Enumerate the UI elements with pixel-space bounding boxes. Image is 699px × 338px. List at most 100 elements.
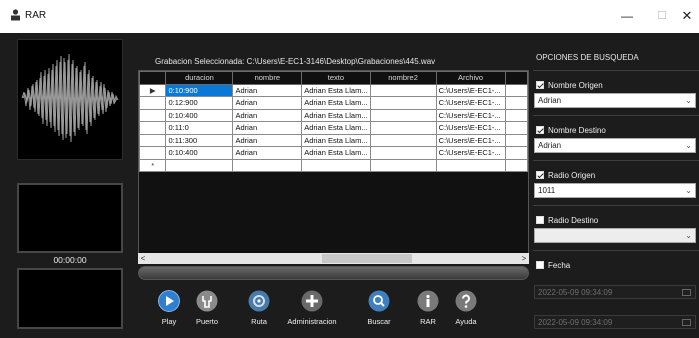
row-header[interactable] (139, 121, 167, 135)
cell-nombre2[interactable] (369, 121, 437, 135)
buscar-button[interactable]: Buscar (354, 290, 404, 326)
radio-destino-section: Radio Destino ⌄ (533, 205, 699, 249)
column-header-nombre[interactable]: nombre (232, 71, 303, 85)
cell-texto[interactable]: Adrian Esta Llam... (301, 146, 371, 160)
ayuda-button[interactable]: Ayuda (441, 290, 491, 326)
recordings-grid[interactable]: duracion nombre texto nombre2 Archivo ▶ … (138, 70, 529, 255)
column-header-texto[interactable]: texto (301, 71, 371, 85)
scroll-left-arrow-icon[interactable]: < (138, 253, 148, 264)
cell-nombre[interactable]: Adrian (232, 121, 303, 135)
nombre-destino-checkbox[interactable]: Nombre Destino (536, 126, 606, 135)
column-header-nombre2[interactable]: nombre2 (369, 71, 437, 85)
puerto-button[interactable]: Puerto (182, 290, 232, 326)
checkbox-unchecked-icon[interactable] (536, 261, 544, 269)
table-row[interactable]: 0:12:900 Adrian Adrian Esta Llam... C:\U… (139, 96, 528, 110)
radio-origen-checkbox[interactable]: Radio Origen (536, 171, 595, 180)
cell-duracion[interactable]: 0:10:900 (165, 83, 234, 97)
administracion-button[interactable]: Administracion (287, 290, 337, 326)
chevron-down-icon[interactable]: ⌄ (685, 139, 692, 153)
cell-nombre[interactable]: Adrian (232, 133, 303, 147)
column-header-duracion[interactable]: duracion (165, 71, 234, 85)
selected-recording-path: Grabacion Seleccionada: C:\Users\E-EC1-3… (155, 57, 436, 66)
cell-archivo[interactable]: C:\Users\E-EC1-... (435, 96, 506, 110)
cell-duracion[interactable]: 0:11:300 (165, 133, 234, 147)
horizontal-scrollbar[interactable]: < > (138, 253, 529, 264)
column-header-archivo[interactable]: Archivo (435, 71, 506, 85)
table-row[interactable]: 0:10:400 Adrian Adrian Esta Llam... C:\U… (139, 108, 528, 122)
maximize-button[interactable]: ☐ (650, 6, 674, 26)
new-row-indicator[interactable]: * (139, 158, 167, 172)
cell-duracion[interactable]: 0:10:400 (165, 108, 234, 122)
search-icon (368, 290, 390, 312)
radio-origen-select[interactable]: 1011 ⌄ (534, 183, 696, 198)
radio-destino-checkbox[interactable]: Radio Destino (536, 216, 598, 225)
nombre-origen-select[interactable]: Adrian ⌄ (534, 93, 696, 108)
row-header[interactable] (139, 108, 167, 122)
cell-archivo[interactable]: C:\Users\E-EC1-... (435, 83, 506, 97)
checkbox-unchecked-icon[interactable] (536, 216, 544, 224)
close-button[interactable]: ✕ (675, 6, 699, 26)
cell-filler (504, 83, 528, 97)
chevron-down-icon[interactable]: ⌄ (685, 184, 692, 198)
cell-duracion[interactable]: 0:10:400 (165, 146, 234, 160)
checkbox-checked-icon[interactable] (536, 171, 544, 179)
nombre-destino-select[interactable]: Adrian ⌄ (534, 138, 696, 153)
cell-nombre[interactable]: Adrian (232, 108, 303, 122)
table-row[interactable]: 0:10:400 Adrian Adrian Esta Llam... C:\U… (139, 146, 528, 160)
cell-nombre2[interactable] (369, 146, 437, 160)
nombre-origen-checkbox[interactable]: Nombre Origen (536, 81, 603, 90)
minimize-button[interactable]: — (615, 6, 639, 26)
calendar-icon[interactable] (682, 319, 691, 326)
cell-nombre2[interactable] (369, 96, 437, 110)
checkbox-checked-icon[interactable] (536, 81, 544, 89)
cell-nombre2[interactable] (369, 83, 437, 97)
cell-duracion[interactable]: 0:12:900 (165, 96, 234, 110)
ruta-button[interactable]: Ruta (234, 290, 284, 326)
plus-icon (301, 290, 323, 312)
table-row[interactable]: ▶ 0:10:900 Adrian Adrian Esta Llam... C:… (139, 83, 528, 97)
playback-progress-bar[interactable] (138, 266, 529, 280)
scroll-right-arrow-icon[interactable]: > (519, 253, 529, 264)
current-row-indicator[interactable]: ▶ (139, 83, 167, 97)
chevron-down-icon[interactable]: ⌄ (685, 94, 692, 108)
fecha-desde-picker[interactable]: 2022-05-09 09:34:09 (534, 285, 696, 299)
cell-empty[interactable] (301, 158, 371, 172)
radio-destino-select[interactable]: ⌄ (534, 228, 696, 243)
cell-nombre[interactable]: Adrian (232, 83, 303, 97)
cell-duracion[interactable]: 0:11:0 (165, 121, 234, 135)
cell-archivo[interactable]: C:\Users\E-EC1-... (435, 133, 506, 147)
calendar-icon[interactable] (682, 289, 691, 296)
cell-texto[interactable]: Adrian Esta Llam... (301, 133, 371, 147)
row-header[interactable] (139, 96, 167, 110)
fecha-hasta-picker[interactable]: 2022-05-09 09:34:09 (534, 315, 696, 329)
play-icon (158, 290, 180, 312)
cell-filler (504, 121, 528, 135)
cell-empty[interactable] (435, 158, 506, 172)
cell-empty[interactable] (165, 158, 234, 172)
new-row[interactable]: * (139, 158, 528, 172)
row-header[interactable] (139, 146, 167, 160)
table-row[interactable]: 0:11:0 Adrian Adrian Esta Llam... C:\Use… (139, 121, 528, 135)
fecha-checkbox[interactable]: Fecha (536, 261, 570, 270)
row-header[interactable] (139, 133, 167, 147)
cell-empty[interactable] (369, 158, 437, 172)
cell-texto[interactable]: Adrian Esta Llam... (301, 83, 371, 97)
scrollbar-thumb[interactable] (322, 254, 412, 263)
waveform-icon (21, 53, 119, 143)
table-row[interactable]: 0:11:300 Adrian Adrian Esta Llam... C:\U… (139, 133, 528, 147)
checkbox-checked-icon[interactable] (536, 126, 544, 134)
cell-nombre2[interactable] (369, 133, 437, 147)
cell-empty[interactable] (232, 158, 303, 172)
cell-archivo[interactable]: C:\Users\E-EC1-... (435, 146, 506, 160)
cell-texto[interactable]: Adrian Esta Llam... (301, 96, 371, 110)
cell-archivo[interactable]: C:\Users\E-EC1-... (435, 121, 506, 135)
cell-nombre[interactable]: Adrian (232, 146, 303, 160)
cell-nombre[interactable]: Adrian (232, 96, 303, 110)
chevron-down-icon[interactable]: ⌄ (685, 229, 692, 243)
cell-archivo[interactable]: C:\Users\E-EC1-... (435, 108, 506, 122)
nombre-origen-section: Nombre Origen Adrian ⌄ (533, 70, 699, 114)
cell-nombre2[interactable] (369, 108, 437, 122)
cell-texto[interactable]: Adrian Esta Llam... (301, 121, 371, 135)
help-icon (455, 290, 477, 312)
cell-texto[interactable]: Adrian Esta Llam... (301, 108, 371, 122)
